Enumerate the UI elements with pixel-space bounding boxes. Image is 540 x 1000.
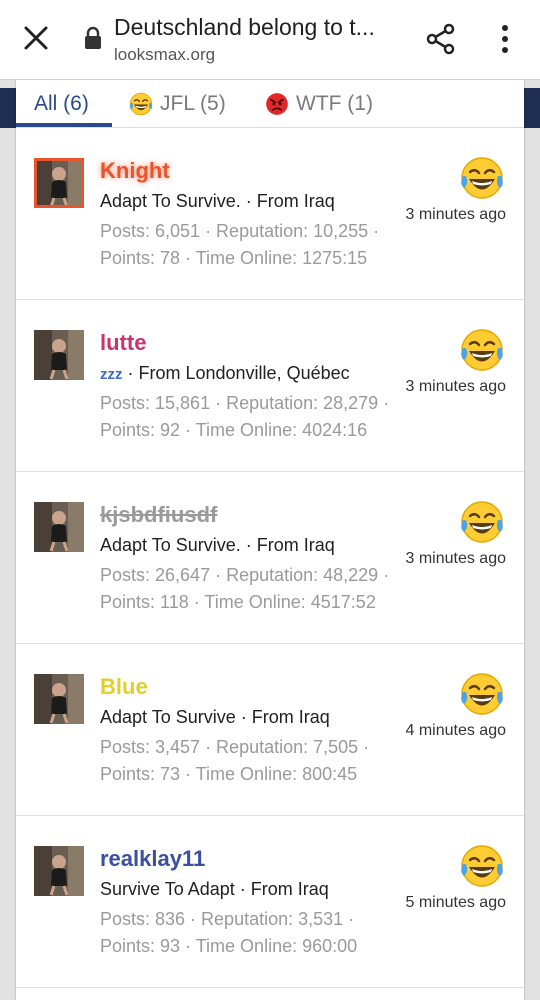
tab-all[interactable]: All (6) <box>34 86 89 122</box>
reaction-time: 3 minutes ago <box>405 378 506 395</box>
user-bio: zzz · From Londonville, Québec <box>100 363 350 384</box>
laughing-crying-emoji-icon <box>461 501 503 543</box>
reaction-time: 4 minutes ago <box>405 722 506 739</box>
user-bio: Adapt To Survive · From Iraq <box>100 707 330 727</box>
lock-icon <box>85 26 101 49</box>
user-stats: Posts: 3,457 · Reputation: 7,505 · Point… <box>100 737 370 784</box>
username[interactable]: kjsbdfiusdf <box>100 502 217 528</box>
username[interactable]: Blue <box>100 674 148 700</box>
background-navbar-left <box>0 88 16 128</box>
tab-wtf[interactable]: WTF (1) <box>264 86 373 122</box>
username[interactable]: lutte <box>100 330 146 356</box>
user-stats: Posts: 26,647 · Reputation: 48,229 · Poi… <box>100 565 390 612</box>
user-stats: Posts: 836 · Reputation: 3,531 · Points:… <box>100 909 358 956</box>
tab-jfl-label: JFL (5) <box>160 92 226 115</box>
laughing-crying-emoji-icon <box>461 673 503 715</box>
reactions-popup: All (6) JFL (5) WTF (1) Knight Adapt To … <box>16 80 524 1000</box>
user-stats: Posts: 15,861 · Reputation: 28,279 · Poi… <box>100 393 390 440</box>
avatar[interactable] <box>34 846 84 896</box>
close-icon[interactable] <box>20 22 52 54</box>
angry-face-emoji-icon <box>266 93 288 115</box>
active-tab-indicator <box>16 123 112 127</box>
page-title: Deutschland belong to t... <box>114 14 375 40</box>
laughing-crying-emoji-icon <box>129 92 153 116</box>
avatar[interactable] <box>34 158 84 208</box>
background-navbar-right <box>524 88 540 128</box>
reaction-list: Knight Adapt To Survive. · From Iraq Pos… <box>16 128 524 988</box>
more-vert-icon[interactable] <box>494 22 516 56</box>
background-page-right <box>524 80 540 1000</box>
list-item[interactable]: lutte zzz · From Londonville, Québec Pos… <box>16 300 524 472</box>
reaction-tabs: All (6) JFL (5) WTF (1) <box>16 80 524 128</box>
avatar[interactable] <box>34 330 84 380</box>
user-bio: Adapt To Survive. · From Iraq <box>100 535 335 555</box>
user-bio-text: · From Londonville, Québec <box>122 363 350 383</box>
page-url: looksmax.org <box>114 45 216 64</box>
list-item[interactable]: kjsbdfiusdf Adapt To Survive. · From Ira… <box>16 472 524 644</box>
background-page-left <box>0 80 16 1000</box>
reaction-time: 3 minutes ago <box>405 550 506 567</box>
user-stats: Posts: 6,051 · Reputation: 10,255 · Poin… <box>100 221 380 268</box>
reaction-time: 5 minutes ago <box>405 894 506 911</box>
laughing-crying-emoji-icon <box>461 845 503 887</box>
laughing-crying-emoji-icon <box>461 157 503 199</box>
sleep-icon: zzz <box>100 366 123 383</box>
user-bio: Survive To Adapt · From Iraq <box>100 879 329 899</box>
tab-wtf-label: WTF (1) <box>296 92 373 115</box>
tab-all-label: All (6) <box>34 92 89 115</box>
user-bio: Adapt To Survive. · From Iraq <box>100 191 335 211</box>
browser-toolbar: Deutschland belong to t... looksmax.org <box>0 0 540 80</box>
username[interactable]: Knight <box>100 158 170 184</box>
share-icon[interactable] <box>424 22 458 56</box>
avatar[interactable] <box>34 502 84 552</box>
reaction-time: 3 minutes ago <box>405 206 506 223</box>
list-item[interactable]: realklay11 Survive To Adapt · From Iraq … <box>16 816 524 988</box>
list-item[interactable]: Knight Adapt To Survive. · From Iraq Pos… <box>16 128 524 300</box>
username[interactable]: realklay11 <box>100 846 205 872</box>
tab-jfl[interactable]: JFL (5) <box>128 86 226 122</box>
list-item[interactable]: Blue Adapt To Survive · From Iraq Posts:… <box>16 644 524 816</box>
avatar[interactable] <box>34 674 84 724</box>
laughing-crying-emoji-icon <box>461 329 503 371</box>
